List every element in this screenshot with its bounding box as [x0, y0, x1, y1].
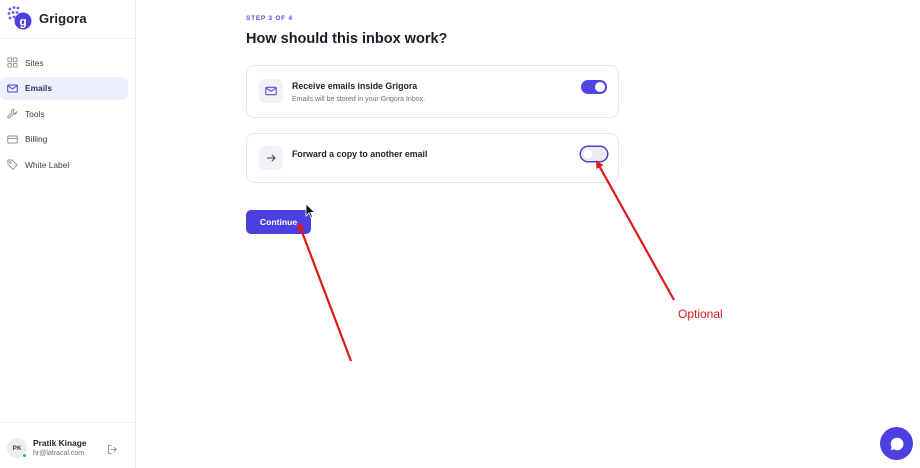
grigora-logo-icon: g — [7, 6, 32, 30]
toggle-knob — [595, 82, 605, 92]
sidebar-item-label: Emails — [25, 83, 53, 94]
sidebar-item-label: Billing — [25, 134, 48, 145]
option-description: Emails will be stored in your Grigora In… — [292, 96, 426, 103]
toggle-knob — [583, 149, 593, 159]
annotation-label: Optional — [678, 307, 723, 321]
sidebar-item-billing[interactable]: Billing — [0, 128, 128, 151]
page-title: How should this inbox work? — [246, 31, 448, 47]
brand[interactable]: g Grigora — [7, 6, 87, 30]
sidebar-item-tools[interactable]: Tools — [0, 102, 128, 125]
chat-support-button[interactable] — [880, 427, 913, 460]
chat-icon — [890, 437, 903, 450]
logout-icon — [107, 444, 117, 454]
svg-text:g: g — [19, 14, 26, 28]
sidebar-item-label: White Label — [25, 159, 70, 170]
forward-copy-toggle[interactable] — [581, 147, 607, 161]
wrench-icon — [7, 108, 18, 119]
arrow-right-icon — [259, 146, 283, 170]
main-content: STEP 3 OF 4 How should this inbox work? … — [136, 0, 920, 468]
sidebar-item-label: Tools — [25, 108, 45, 119]
user-profile: PK Pratik Kinage hr@latracal.com — [0, 422, 135, 468]
user-email: hr@latracal.com — [33, 450, 85, 457]
mail-icon — [259, 79, 283, 103]
grid-icon — [7, 57, 18, 68]
credit-card-icon — [7, 134, 18, 145]
sidebar-divider — [0, 38, 135, 39]
mouse-cursor-icon — [305, 203, 316, 219]
logout-button[interactable] — [106, 443, 118, 455]
sidebar-nav: Sites Emails Tools Billing White Label — [0, 51, 135, 179]
step-indicator: STEP 3 OF 4 — [246, 15, 293, 22]
option-title: Forward a copy to another email — [292, 149, 428, 159]
sidebar-item-white-label[interactable]: White Label — [0, 153, 128, 176]
sidebar: g Grigora Sites Emails Tools Billing Whi… — [0, 0, 136, 468]
brand-name: Grigora — [39, 10, 87, 26]
mail-icon — [7, 83, 18, 94]
tag-icon — [7, 159, 18, 171]
option-card-receive-emails[interactable]: Receive emails inside Grigora Emails wil… — [246, 65, 619, 118]
online-status-dot — [22, 453, 27, 458]
continue-button[interactable]: Continue — [246, 210, 311, 234]
receive-emails-toggle[interactable] — [581, 80, 607, 94]
sidebar-item-emails[interactable]: Emails — [0, 76, 128, 100]
user-name: Pratik Kinage — [33, 438, 87, 448]
option-title: Receive emails inside Grigora — [292, 81, 418, 91]
sidebar-item-sites[interactable]: Sites — [0, 51, 128, 74]
sidebar-item-label: Sites — [25, 57, 44, 68]
option-card-forward-copy[interactable]: Forward a copy to another email — [246, 133, 619, 183]
